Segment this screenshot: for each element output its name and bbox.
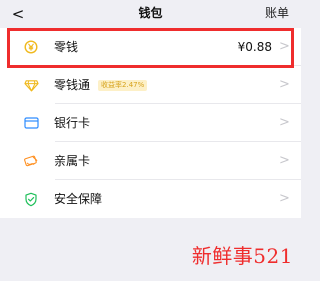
chevron-right-icon: > [279, 39, 290, 54]
wallet-item-change-label: 零钱 [54, 40, 79, 54]
wallet-list: 零钱 ¥0.88 > 零钱通 收益率2.47% > 银行卡 > 亲属卡 > 安全… [0, 28, 301, 218]
wallet-item-bank-card[interactable]: 银行卡 > [0, 104, 301, 142]
wallet-item-change-pass-label: 零钱通 [54, 78, 91, 92]
coin-yen-icon [22, 38, 40, 56]
bill-link[interactable]: 账单 [265, 4, 289, 22]
wallet-item-change-pass-right: > [279, 66, 290, 104]
diamond-icon [22, 76, 40, 94]
watermark-text: 新鲜事521 [191, 244, 293, 268]
wallet-item-family-card-label: 亲属卡 [54, 154, 91, 168]
wallet-item-change[interactable]: 零钱 ¥0.88 > [0, 28, 301, 66]
chevron-right-icon: > [279, 77, 290, 92]
wallet-item-security[interactable]: 安全保障 > [0, 180, 301, 218]
change-balance: ¥0.88 [237, 40, 272, 54]
top-nav: < 钱包 账单 [0, 0, 301, 28]
shield-check-icon [22, 190, 40, 208]
wallet-item-change-pass[interactable]: 零钱通 收益率2.47% > [0, 66, 301, 104]
wallet-screen: < 钱包 账单 零钱 ¥0.88 > 零钱通 收益率2.47% > 银行卡 > … [0, 0, 301, 281]
wallet-item-family-card-right: > [279, 142, 290, 180]
chevron-right-icon: > [279, 115, 290, 130]
wallet-item-bank-card-label: 银行卡 [54, 116, 91, 130]
wallet-item-security-label: 安全保障 [54, 192, 103, 206]
wallet-item-security-right: > [279, 180, 290, 218]
card-icon [22, 114, 40, 132]
wallet-item-family-card[interactable]: 亲属卡 > [0, 142, 301, 180]
wallet-item-change-right: ¥0.88 > [237, 28, 290, 66]
page-title: 钱包 [138, 6, 163, 20]
family-card-icon [22, 152, 40, 170]
wallet-item-bank-card-right: > [279, 104, 290, 142]
chevron-right-icon: > [279, 191, 290, 206]
yield-rate-badge: 收益率2.47% [98, 79, 148, 91]
chevron-right-icon: > [279, 153, 290, 168]
